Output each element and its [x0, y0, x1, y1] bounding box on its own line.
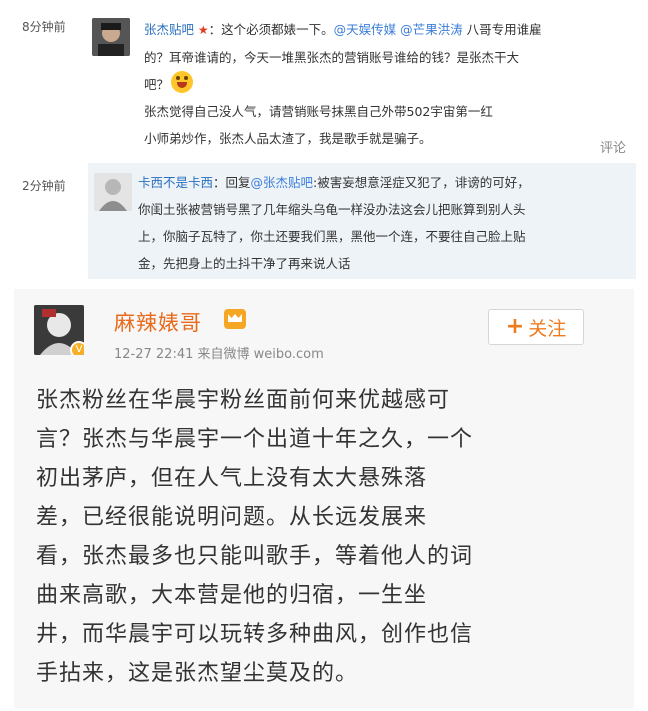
mention-link[interactable]: @张杰贴吧 [251, 175, 314, 190]
avatar[interactable] [94, 173, 132, 211]
comment-text: 卡西不是卡西：回复@张杰贴吧:被害妄想意淫症又犯了，诽谤的可好， 你闺土张被营销号… [88, 163, 636, 279]
laughing-emoji-icon [171, 71, 194, 93]
comment-text-segment: :被害妄想意淫症又犯了，诽谤的可好， [313, 175, 530, 190]
comment-line: 的？耳帝谁请的，今天一堆黑张杰的营销账号谁给的钱？是张杰干大 [144, 44, 630, 71]
comment-button[interactable]: 评论 [600, 137, 626, 156]
comment-text-segment: ：这个必须都婊一下。 [208, 22, 334, 37]
mention-link[interactable]: @天娱传媒 [334, 22, 397, 37]
follow-button[interactable]: + 关注 [488, 309, 584, 345]
post-line: 差，已经很能说明问题。从长远发展来 [36, 505, 428, 530]
comment-text-segment: 小师弟炒作，张杰人品太渣了，我是歌手就是骗子。 [144, 131, 432, 146]
post-line: 言？张杰与华晨宇一个出道十年之久，一个 [36, 427, 474, 452]
comment-item: 8分钟前 张杰贴吧 ★：这个必须都婊一下。@天娱传媒 @芒果洪涛 八哥专用谁雇的… [0, 4, 648, 162]
comment-line: 金，先把身上的土抖干净了再来说人话 [138, 250, 628, 277]
comment-text: 张杰贴吧 ★：这个必须都婊一下。@天娱传媒 @芒果洪涛 八哥专用谁雇的？耳帝谁请… [138, 12, 636, 162]
post-line: 手拈来，这是张杰望尘莫及的。 [36, 661, 359, 686]
comment-text-segment: ：回复 [213, 175, 251, 190]
author-name[interactable]: 麻辣婊哥 [114, 307, 202, 337]
comment-text-segment: 张杰觉得自己没人气，请营销账号抹黑自己外带502宇宙第一红 [144, 104, 493, 119]
comment-line: 小师弟炒作，张杰人品太渣了，我是歌手就是骗子。 [144, 125, 630, 152]
comment-line: 卡西不是卡西：回复@张杰贴吧:被害妄想意淫症又犯了，诽谤的可好， [138, 169, 628, 196]
comment-time: 2分钟前 [22, 179, 66, 193]
post-line: 张杰粉丝在华晨宇粉丝面前何来优越感可 [36, 388, 451, 413]
username-link[interactable]: 张杰贴吧 [144, 22, 194, 37]
follow-label: 关注 [528, 317, 567, 340]
weibo-post: V 麻辣婊哥 12-27 22:41 来自微博 weibo.com + 关注 张… [14, 289, 634, 708]
post-meta: 12-27 22:41 来自微博 weibo.com [114, 347, 324, 362]
comment-text-segment: 吧？ [144, 77, 170, 92]
verified-badge-icon: V [70, 341, 84, 355]
comment-line: 吧？ [144, 71, 630, 98]
comment-line: 张杰贴吧 ★：这个必须都婊一下。@天娱传媒 @芒果洪涛 八哥专用谁雇 [144, 16, 630, 44]
comment-text-segment: 金，先把身上的土抖干净了再来说人话 [138, 256, 351, 271]
comment-text-segment: 上，你脑子瓦特了，你土还要我们黑，黑他一个连，不要往自己脸上贴 [138, 229, 526, 244]
comment-line: 上，你脑子瓦特了，你土还要我们黑，黑他一个连，不要往自己脸上贴 [138, 223, 628, 250]
comment-line: 你闺土张被营销号黑了几年缩头乌龟一样没办法这会儿把账算到别人头 [138, 196, 628, 223]
post-line: 初出茅庐，但在人气上没有太大悬殊落 [36, 466, 428, 491]
crown-icon [224, 309, 246, 329]
star-icon: ★ [194, 23, 209, 37]
comment-text-segment: 八哥专用谁雇 [462, 22, 542, 37]
comment-line: 张杰觉得自己没人气，请营销账号抹黑自己外带502宇宙第一红 [144, 98, 630, 125]
post-line: 曲来高歌，大本营是他的归宿，一生坐 [36, 583, 428, 608]
comment-text-segment: 的？耳帝谁请的，今天一堆黑张杰的营销账号谁给的钱？是张杰干大 [144, 50, 520, 65]
avatar[interactable] [92, 18, 130, 56]
comment-list: 8分钟前 张杰贴吧 ★：这个必须都婊一下。@天娱传媒 @芒果洪涛 八哥专用谁雇的… [0, 0, 648, 285]
plus-icon: + [505, 314, 525, 339]
comment-item: 2分钟前 卡西不是卡西：回复@张杰贴吧:被害妄想意淫症又犯了，诽谤的可好， 你闺土… [0, 163, 648, 281]
post-line: 井，而华晨宇可以玩转多种曲风，创作也信 [36, 622, 474, 647]
comment-time: 8分钟前 [22, 20, 66, 34]
avatar[interactable]: V [34, 305, 84, 355]
post-line: 看，张杰最多也只能叫歌手，等着他人的词 [36, 544, 474, 569]
username-link[interactable]: 卡西不是卡西 [138, 175, 213, 190]
post-body: 张杰粉丝在华晨宇粉丝面前何来优越感可 言？张杰与华晨宇一个出道十年之久，一个 初… [36, 381, 616, 693]
comment-text-segment: 你闺土张被营销号黑了几年缩头乌龟一样没办法这会儿把账算到别人头 [138, 202, 526, 217]
mention-link[interactable]: @芒果洪涛 [400, 22, 463, 37]
